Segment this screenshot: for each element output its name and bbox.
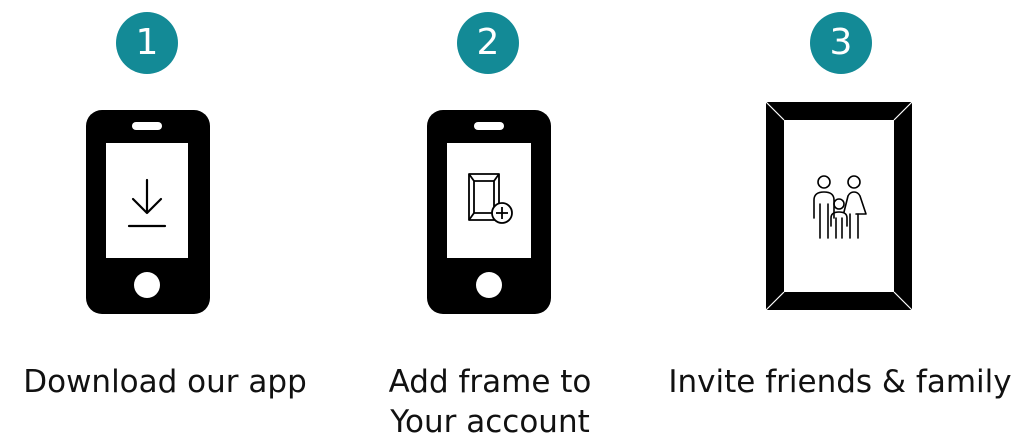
caption-line: Add frame to [388, 364, 592, 400]
phone-illustration [413, 100, 563, 320]
step-caption: Download our app [5, 362, 325, 402]
step-number-badge: 1 [116, 12, 178, 74]
step-number-badge: 3 [810, 12, 872, 74]
step-caption: Add frame to Your account [340, 362, 640, 442]
step-caption: Invite friends & family [655, 362, 1025, 402]
step-number-badge: 2 [457, 12, 519, 74]
step-download: 1 Download our app [15, 0, 315, 446]
step-add-frame: 2 Add frame to Your account [340, 0, 640, 446]
caption-line: Download our app [23, 364, 307, 400]
caption-line: Your account [390, 404, 590, 440]
phone-icon [427, 110, 551, 314]
step-invite: 3 Invite friends & family [668, 0, 1012, 446]
photo-frame-icon [765, 101, 913, 311]
phone-icon [86, 110, 210, 314]
phone-illustration [72, 100, 222, 320]
photo-frame-illustration [764, 100, 914, 320]
caption-line: Invite friends & family [668, 364, 1012, 400]
